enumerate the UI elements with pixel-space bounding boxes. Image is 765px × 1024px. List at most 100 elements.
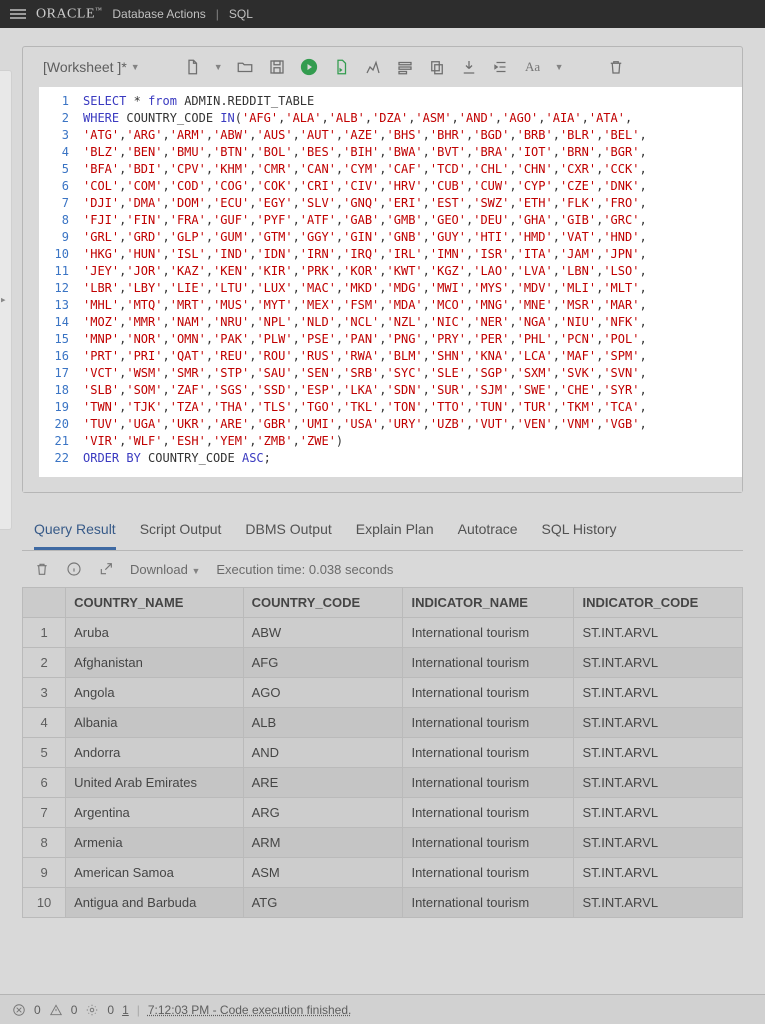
code-line[interactable]: 8'FJI','FIN','FRA','GUF','PYF','ATF','GA… bbox=[39, 212, 742, 229]
code-line[interactable]: 16'PRT','PRI','QAT','REU','ROU','RUS','R… bbox=[39, 348, 742, 365]
code-line[interactable]: 12'LBR','LBY','LIE','LTU','LUX','MAC','M… bbox=[39, 280, 742, 297]
error-icon[interactable] bbox=[12, 1003, 26, 1017]
cell-indicator-name: International tourism bbox=[403, 768, 574, 798]
row-number: 3 bbox=[23, 678, 66, 708]
open-external-icon[interactable] bbox=[98, 561, 114, 577]
run-button[interactable] bbox=[299, 57, 319, 77]
code-line[interactable]: 15'MNP','NOR','OMN','PAK','PLW','PSE','P… bbox=[39, 331, 742, 348]
tab-script-output[interactable]: Script Output bbox=[140, 521, 222, 550]
results-toolbar: Download ▼ Execution time: 0.038 seconds bbox=[22, 551, 743, 587]
code-line[interactable]: 22ORDER BY COUNTRY_CODE ASC; bbox=[39, 450, 742, 467]
code-line[interactable]: 7'DJI','DMA','DOM','ECU','EGY','SLV','GN… bbox=[39, 195, 742, 212]
code-line[interactable]: 21'VIR','WLF','ESH','YEM','ZMB','ZWE') bbox=[39, 433, 742, 450]
chevron-down-icon[interactable]: ▼ bbox=[555, 62, 564, 72]
row-number: 6 bbox=[23, 768, 66, 798]
cell-country-name: United Arab Emirates bbox=[66, 768, 243, 798]
row-number: 1 bbox=[23, 618, 66, 648]
cell-country-code: ALB bbox=[243, 708, 403, 738]
code-line[interactable]: 4'BLZ','BEN','BMU','BTN','BOL','BES','BI… bbox=[39, 144, 742, 161]
tab-autotrace[interactable]: Autotrace bbox=[458, 521, 518, 550]
code-line[interactable]: 13'MHL','MTQ','MRT','MUS','MYT','MEX','F… bbox=[39, 297, 742, 314]
indent-icon[interactable] bbox=[491, 57, 511, 77]
col-indicator-name[interactable]: INDICATOR_NAME bbox=[403, 588, 574, 618]
code-line[interactable]: 19'TWN','TJK','TZA','THA','TLS','TGO','T… bbox=[39, 399, 742, 416]
table-row[interactable]: 3AngolaAGOInternational tourismST.INT.AR… bbox=[23, 678, 743, 708]
cell-indicator-name: International tourism bbox=[403, 858, 574, 888]
table-row[interactable]: 9American SamoaASMInternational tourismS… bbox=[23, 858, 743, 888]
cell-country-name: Argentina bbox=[66, 798, 243, 828]
tab-dbms-output[interactable]: DBMS Output bbox=[245, 521, 331, 550]
table-row[interactable]: 7ArgentinaARGInternational tourismST.INT… bbox=[23, 798, 743, 828]
results-table: COUNTRY_NAME COUNTRY_CODE INDICATOR_NAME… bbox=[22, 587, 743, 918]
save-icon[interactable] bbox=[267, 57, 287, 77]
code-line[interactable]: 6'COL','COM','COD','COG','COK','CRI','CI… bbox=[39, 178, 742, 195]
row-number: 4 bbox=[23, 708, 66, 738]
error-count: 0 bbox=[34, 1003, 41, 1017]
code-line[interactable]: 2WHERE COUNTRY_CODE IN('AFG','ALA','ALB'… bbox=[39, 110, 742, 127]
code-line[interactable]: 1SELECT * from ADMIN.REDDIT_TABLE bbox=[39, 93, 742, 110]
info-icon[interactable] bbox=[66, 561, 82, 577]
table-row[interactable]: 5AndorraANDInternational tourismST.INT.A… bbox=[23, 738, 743, 768]
table-row[interactable]: 2AfghanistanAFGInternational tourismST.I… bbox=[23, 648, 743, 678]
sql-editor[interactable]: 1SELECT * from ADMIN.REDDIT_TABLE2WHERE … bbox=[39, 87, 742, 477]
code-line[interactable]: 5'BFA','BDI','CPV','KHM','CMR','CAN','CY… bbox=[39, 161, 742, 178]
code-line[interactable]: 11'JEY','JOR','KAZ','KEN','KIR','PRK','K… bbox=[39, 263, 742, 280]
col-indicator-code[interactable]: INDICATOR_CODE bbox=[574, 588, 743, 618]
cell-country-code: AGO bbox=[243, 678, 403, 708]
download-button[interactable]: Download ▼ bbox=[130, 562, 200, 577]
trash-icon[interactable] bbox=[606, 57, 626, 77]
table-row[interactable]: 10Antigua and BarbudaATGInternational to… bbox=[23, 888, 743, 918]
table-row[interactable]: 4AlbaniaALBInternational tourismST.INT.A… bbox=[23, 708, 743, 738]
open-folder-icon[interactable] bbox=[235, 57, 255, 77]
autotrace-icon[interactable] bbox=[395, 57, 415, 77]
cell-country-code: ATG bbox=[243, 888, 403, 918]
tab-sql-history[interactable]: SQL History bbox=[542, 521, 617, 550]
chevron-down-icon[interactable]: ▼ bbox=[214, 62, 223, 72]
separator: | bbox=[216, 7, 219, 21]
tab-query-result[interactable]: Query Result bbox=[34, 521, 116, 550]
cell-country-code: ARG bbox=[243, 798, 403, 828]
cell-country-name: Angola bbox=[66, 678, 243, 708]
code-line[interactable]: 9'GRL','GRD','GLP','GUM','GTM','GGY','GI… bbox=[39, 229, 742, 246]
code-line[interactable]: 3'ATG','ARG','ARM','ABW','AUS','AUT','AZ… bbox=[39, 127, 742, 144]
cell-indicator-code: ST.INT.ARVL bbox=[574, 618, 743, 648]
code-line[interactable]: 14'MOZ','MMR','NAM','NRU','NPL','NLD','N… bbox=[39, 314, 742, 331]
code-line[interactable]: 18'SLB','SOM','ZAF','SGS','SSD','ESP','L… bbox=[39, 382, 742, 399]
font-size-icon[interactable]: Aa bbox=[523, 57, 543, 77]
cell-country-code: AFG bbox=[243, 648, 403, 678]
cell-country-code: ARE bbox=[243, 768, 403, 798]
status-bar: 0 0 0 1 | 7:12:03 PM - Code execution fi… bbox=[0, 994, 765, 1024]
col-country-code[interactable]: COUNTRY_CODE bbox=[243, 588, 403, 618]
worksheet-tab[interactable]: [Worksheet ]* ▼ bbox=[43, 59, 140, 75]
new-file-icon[interactable] bbox=[182, 57, 202, 77]
worksheet-toolbar: [Worksheet ]* ▼ ▼ bbox=[23, 55, 742, 87]
cell-indicator-code: ST.INT.ARVL bbox=[574, 708, 743, 738]
table-row[interactable]: 8ArmeniaARMInternational tourismST.INT.A… bbox=[23, 828, 743, 858]
code-line[interactable]: 17'VCT','WSM','SMR','STP','SAU','SEN','S… bbox=[39, 365, 742, 382]
run-script-icon[interactable] bbox=[331, 57, 351, 77]
download-icon[interactable] bbox=[459, 57, 479, 77]
cell-indicator-code: ST.INT.ARVL bbox=[574, 828, 743, 858]
code-line[interactable]: 20'TUV','UGA','UKR','ARE','GBR','UMI','U… bbox=[39, 416, 742, 433]
editor-panel: [Worksheet ]* ▼ ▼ bbox=[22, 46, 743, 493]
menu-icon[interactable] bbox=[10, 9, 26, 19]
left-drawer-handle[interactable] bbox=[0, 70, 12, 530]
col-country-name[interactable]: COUNTRY_NAME bbox=[66, 588, 243, 618]
explain-plan-icon[interactable] bbox=[363, 57, 383, 77]
copy-icon[interactable] bbox=[427, 57, 447, 77]
chevron-down-icon: ▼ bbox=[131, 62, 140, 72]
tab-explain-plan[interactable]: Explain Plan bbox=[356, 521, 434, 550]
table-row[interactable]: 6United Arab EmiratesAREInternational to… bbox=[23, 768, 743, 798]
cell-indicator-name: International tourism bbox=[403, 648, 574, 678]
cell-country-name: Armenia bbox=[66, 828, 243, 858]
warning-icon[interactable] bbox=[49, 1003, 63, 1017]
table-row[interactable]: 1ArubaABWInternational tourismST.INT.ARV… bbox=[23, 618, 743, 648]
code-line[interactable]: 10'HKG','HUN','ISL','IND','IDN','IRN','I… bbox=[39, 246, 742, 263]
row-number: 7 bbox=[23, 798, 66, 828]
trash-icon[interactable] bbox=[34, 561, 50, 577]
gear-icon[interactable] bbox=[85, 1003, 99, 1017]
settings-count: 0 bbox=[107, 1003, 114, 1017]
cell-country-name: American Samoa bbox=[66, 858, 243, 888]
chevron-down-icon: ▼ bbox=[191, 566, 200, 576]
status-message[interactable]: 7:12:03 PM - Code execution finished. bbox=[148, 1003, 351, 1017]
